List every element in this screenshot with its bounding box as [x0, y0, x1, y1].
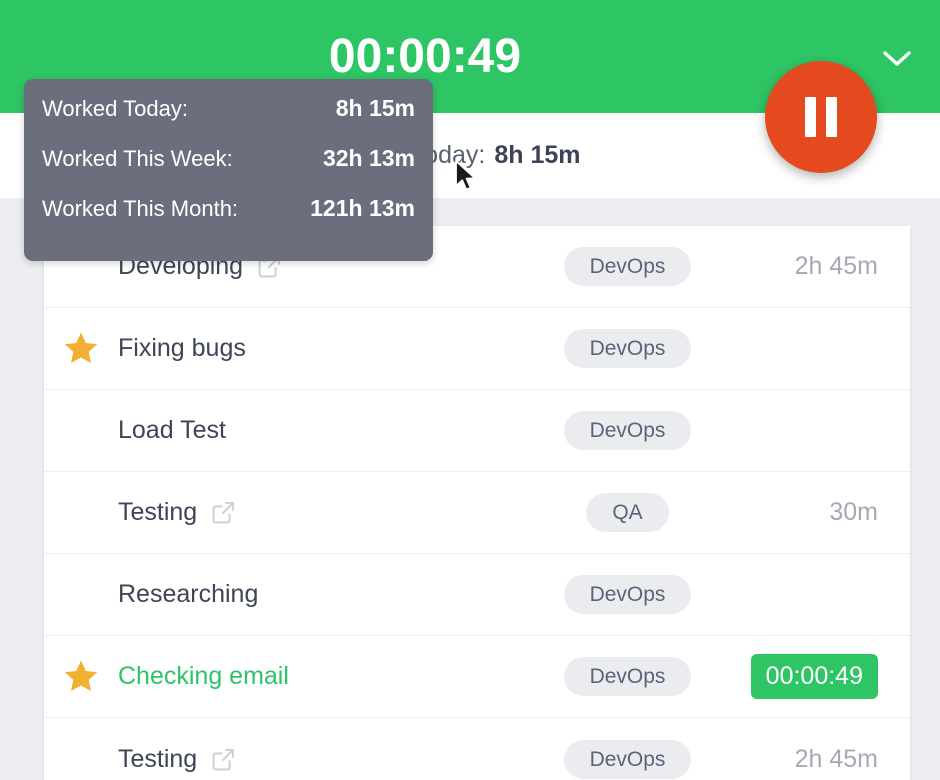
task-duration: 30m [829, 498, 878, 526]
pause-icon-second-bar [826, 97, 837, 137]
task-list: Developing DevOps 2h 45m Fixing bugs DevOps L… [44, 226, 910, 780]
tooltip-row: Worked This Week: 32h 13m [42, 145, 415, 195]
timer-widget-window: 00:00:49 Worked Today: 8h 15m Developing… [0, 0, 940, 780]
project-tag-cell: DevOps [535, 657, 720, 696]
project-tag-cell: DevOps [535, 575, 720, 614]
task-name-cell: Checking email [118, 662, 535, 691]
task-row[interactable]: Load Test DevOps [44, 390, 910, 472]
task-name: Testing [118, 498, 198, 526]
pause-icon [805, 97, 816, 137]
tooltip-row: Worked This Month: 121h 13m [42, 195, 415, 245]
tooltip-value: 121h 13m [310, 195, 415, 221]
task-name-cell: Researching [118, 580, 535, 609]
task-name: Load Test [118, 416, 226, 444]
task-time-cell: 2h 45m [720, 745, 910, 774]
tooltip-label: Worked This Week: [42, 146, 233, 171]
worked-summary-tooltip: Worked Today: 8h 15m Worked This Week: 32h … [24, 79, 433, 261]
task-row[interactable]: Researching DevOps [44, 554, 910, 636]
project-tag-cell: DevOps [535, 329, 720, 368]
tooltip-label: Worked This Month: [42, 196, 239, 221]
project-tag[interactable]: DevOps [563, 329, 692, 368]
project-tag[interactable]: DevOps [563, 411, 692, 450]
chevron-down-icon[interactable] [876, 38, 918, 80]
favorite-toggle[interactable] [44, 658, 118, 695]
project-tag[interactable]: DevOps [563, 575, 692, 614]
task-duration: 2h 45m [794, 252, 878, 280]
task-row[interactable]: Fixing bugs DevOps [44, 308, 910, 390]
tooltip-value: 8h 15m [335, 95, 415, 121]
task-name-cell: Testing [118, 745, 535, 774]
task-name-cell: Testing [118, 498, 535, 527]
task-name: Fixing bugs [118, 334, 246, 362]
task-time-cell: 00:00:49 [720, 654, 910, 699]
tooltip-row: Worked Today: 8h 15m [42, 95, 415, 145]
worked-today-value: 8h 15m [494, 141, 581, 169]
project-tag-cell: DevOps [535, 411, 720, 450]
external-link-icon[interactable] [210, 746, 237, 773]
project-tag[interactable]: QA [586, 493, 669, 532]
project-tag[interactable]: DevOps [563, 247, 692, 286]
task-name-cell: Load Test [118, 416, 535, 445]
favorite-toggle[interactable] [44, 330, 118, 367]
task-name: Testing [118, 744, 198, 773]
task-time-cell: 2h 45m [720, 252, 910, 281]
task-duration: 2h 45m [794, 744, 878, 773]
tooltip-value: 32h 13m [322, 145, 415, 171]
project-tag-cell: QA [535, 493, 720, 532]
project-tag-cell: DevOps [535, 247, 720, 286]
star-icon [64, 660, 98, 692]
task-name: Checking email [118, 662, 289, 690]
task-row[interactable]: Checking email DevOps 00:00:49 [44, 636, 910, 718]
pause-button[interactable] [765, 61, 877, 173]
task-time-cell: 30m [720, 498, 910, 527]
project-tag-cell: DevOps [535, 739, 720, 779]
task-name-cell: Fixing bugs [118, 334, 535, 363]
project-tag[interactable]: DevOps [563, 657, 692, 696]
star-icon [64, 332, 98, 364]
running-timer-badge[interactable]: 00:00:49 [750, 654, 878, 699]
task-row[interactable]: Testing DevOps 2h 45m [44, 718, 910, 780]
tooltip-label: Worked Today: [42, 96, 188, 121]
project-tag[interactable]: DevOps [563, 739, 692, 779]
task-row[interactable]: Testing QA 30m [44, 472, 910, 554]
external-link-icon[interactable] [210, 499, 237, 526]
task-name: Researching [118, 580, 259, 608]
